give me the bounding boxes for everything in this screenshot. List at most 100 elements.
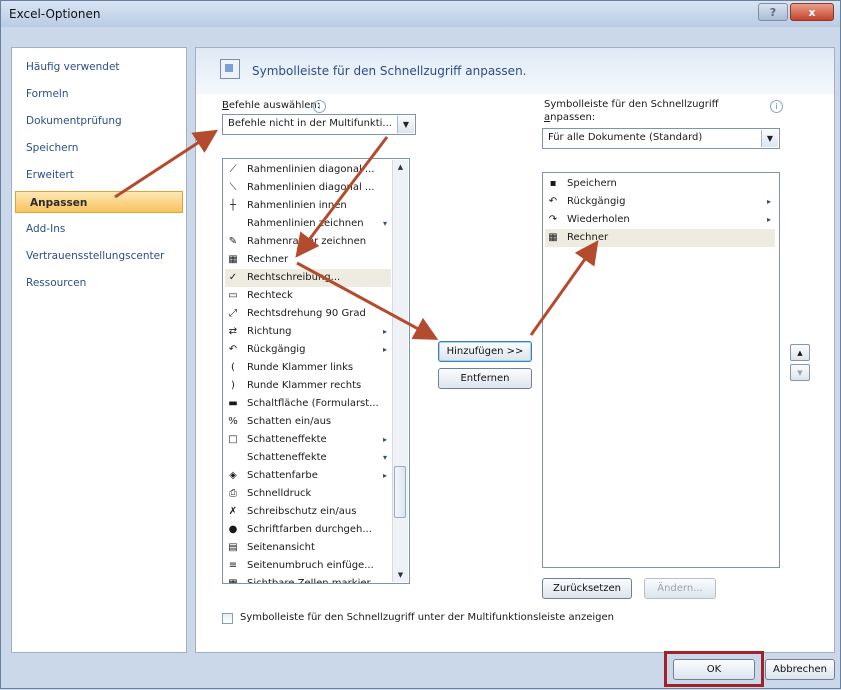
nav-item-ressourcen[interactable]: Ressourcen [12,272,186,294]
list-item[interactable]: Schatteneffekte ▾ [225,449,391,467]
add-button[interactable]: Hinzufügen >> [438,341,532,362]
nav-item-dokumentprüfung[interactable]: Dokumentprüfung [12,110,186,132]
list-item-label: Rahmenlinien innen [247,200,347,211]
list-item[interactable]: ▦ Rechner [545,229,775,247]
list-item[interactable]: ◈ Schattenfarbe ▸ [225,467,391,485]
info-icon-toolbar[interactable]: i [770,100,783,113]
scroll-thumb[interactable] [394,466,406,518]
draw-border-icon: ✎ [228,236,238,247]
list-item-label: Schreibschutz ein/aus [247,506,357,517]
list-item[interactable]: □ Schatteneffekte ▸ [225,431,391,449]
shadow-toggle-icon: % [228,416,238,427]
list-item[interactable]: ) Runde Klammer rechts [225,377,391,395]
list-item[interactable]: ↶ Rückgängig ▸ [545,193,775,211]
commands-list[interactable]: ▦ Sichtbare Zellen markier... ≡ Seitenumbru… [222,158,410,584]
panel-title: Symbolleiste für den Schnellzugriff anpa… [252,64,527,78]
save-icon: ▪ [549,178,557,189]
nav-item-häufig-verwendet[interactable]: Häufig verwendet [12,56,186,78]
page-break-icon: ≡ [228,560,238,571]
nav-item-add-ins[interactable]: Add-Ins [12,218,186,240]
list-item[interactable]: % Schatten ein/aus [225,413,391,431]
list-item[interactable]: ▪ Speichern [545,175,775,193]
list-item[interactable]: ▬ Schaltfläche (Formularst... [225,395,391,413]
list-item[interactable]: ↷ Wiederholen ▸ [545,211,775,229]
list-item-label: Rechtsdrehung 90 Grad [247,308,366,319]
dropdown-arrow-icon: ▾ [382,453,387,462]
list-item-label: Seitenumbruch einfüge... [247,560,374,571]
toolbar-commands-list[interactable]: ▦ Rechner ↷ Wiederholen ▸ ↶ Rückgängig ▸ ▪ Speich… [542,172,780,568]
list-item-label: Schaltfläche (Formularst... [247,398,379,409]
list-item[interactable]: ┼ Rahmenlinien innen [225,197,391,215]
info-icon[interactable]: i [313,100,326,113]
list-item[interactable]: ▤ Seitenansicht [225,539,391,557]
choose-commands-dropdown[interactable]: Befehle nicht in der Multifunkti... ▼ [222,114,416,135]
quick-access-toolbar-icon [220,59,240,79]
submenu-arrow-icon: ▸ [382,327,387,336]
list-item[interactable]: ⟍ Rahmenlinien diagonal ... [225,179,391,197]
list-item-label: Rechtschreibung... [247,272,341,283]
form-button-icon: ▬ [228,398,238,409]
nav-item-anpassen[interactable]: Anpassen [15,191,183,213]
list-item-label: Richtung [247,326,292,337]
list-item[interactable]: (Runde Klammer links [225,359,391,377]
list-item[interactable]: ⤢ Rechtsdrehung 90 Grad [225,305,391,323]
list-item[interactable]: ↶ Rückgängig ▸ [225,341,391,359]
help-button[interactable]: ? [758,3,788,21]
list-item[interactable]: ▦ Rechner [225,251,391,269]
show-below-ribbon-label: Symbolleiste für den Schnellzugriff unte… [240,612,614,623]
list-item-label: Schatteneffekte [247,434,327,445]
list-item[interactable]: ⟋ Rahmenlinien diagonal ... [225,161,391,179]
calculator-icon: ▦ [228,254,238,265]
chevron-down-icon[interactable]: ▼ [761,130,778,147]
nav-item-erweitert[interactable]: Erweitert [12,164,186,186]
list-item[interactable]: ⇄ Richtung ▸ [225,323,391,341]
list-item-label: Schatteneffekte [247,452,327,463]
toolbar-scope-dropdown[interactable]: Für alle Dokumente (Standard) ▼ [542,128,780,149]
ok-highlight-frame [664,651,764,687]
choose-commands-label-text: efehle auswählen: [228,100,321,111]
list-item[interactable]: ✓ Rechtschreibung... [225,269,391,287]
scroll-up-icon[interactable]: ▲ [393,160,408,174]
move-up-button[interactable]: ▲ [790,344,810,361]
choose-commands-value: Befehle nicht in der Multifunkti... [228,118,392,129]
spellcheck-icon: ✓ [228,272,238,283]
title-bar[interactable]: Excel-Optionen ? x [1,1,840,27]
options-nav: Häufig verwendet Formeln Dokumentprüfung Sp… [11,47,187,653]
scroll-down-icon[interactable]: ▼ [393,568,408,582]
remove-button[interactable]: Entfernen [438,368,532,389]
panel-header: Symbolleiste für den Schnellzugriff anpa… [196,48,834,94]
list-item[interactable]: ✗ Schreibschutz ein/aus [225,503,391,521]
chevron-down-icon[interactable]: ▼ [397,116,414,133]
cancel-button[interactable]: Abbrechen [765,659,835,680]
list-item-label: Rechner [247,254,289,265]
close-button[interactable]: x [790,3,834,21]
list-item-label: Runde Klammer links [247,362,354,373]
commands-scrollbar[interactable]: ▲ ▼ [392,160,408,582]
list-item-label: Rückgängig [567,196,626,207]
submenu-arrow-icon: ▸ [766,215,771,224]
nav-item-speichern[interactable]: Speichern [12,137,186,159]
submenu-arrow-icon: ▸ [766,197,771,206]
show-below-ribbon-checkbox[interactable] [222,613,233,624]
list-item[interactable]: Rahmenlinien zeichnen ▾ [225,215,391,233]
list-item-label: Rahmenlinien zeichnen [247,218,364,229]
diagonal-border-down-icon: ⟍ [229,182,237,193]
list-item[interactable]: ✎ Rahmenraster zeichnen [225,233,391,251]
nav-item-formeln[interactable]: Formeln [12,83,186,105]
list-item[interactable]: ⎙ Schnelldruck [225,485,391,503]
list-item[interactable]: ▭ Rechteck [225,287,391,305]
list-item[interactable]: ● Schriftfarben durchgeh... [225,521,391,539]
nav-item-vertrauensstellungscenter[interactable]: Vertrauensstellungscenter [12,245,186,267]
undo-icon: ↶ [548,196,558,207]
modify-button[interactable]: Ändern... [644,578,716,599]
reset-button[interactable]: Zurücksetzen [542,578,632,599]
list-item[interactable]: ▦ Sichtbare Zellen markier... [225,575,391,583]
submenu-arrow-icon: ▸ [382,345,387,354]
window-title: Excel-Optionen [9,7,101,21]
toolbar-scope-value: Für alle Dokumente (Standard) [548,132,703,143]
list-item[interactable]: ≡ Seitenumbruch einfüge... [225,557,391,575]
choose-commands-label: Befehle auswählen: [222,100,320,111]
move-down-button[interactable]: ▼ [790,364,810,381]
direction-icon: ⇄ [228,326,238,337]
inner-borders-icon: ┼ [229,200,237,211]
